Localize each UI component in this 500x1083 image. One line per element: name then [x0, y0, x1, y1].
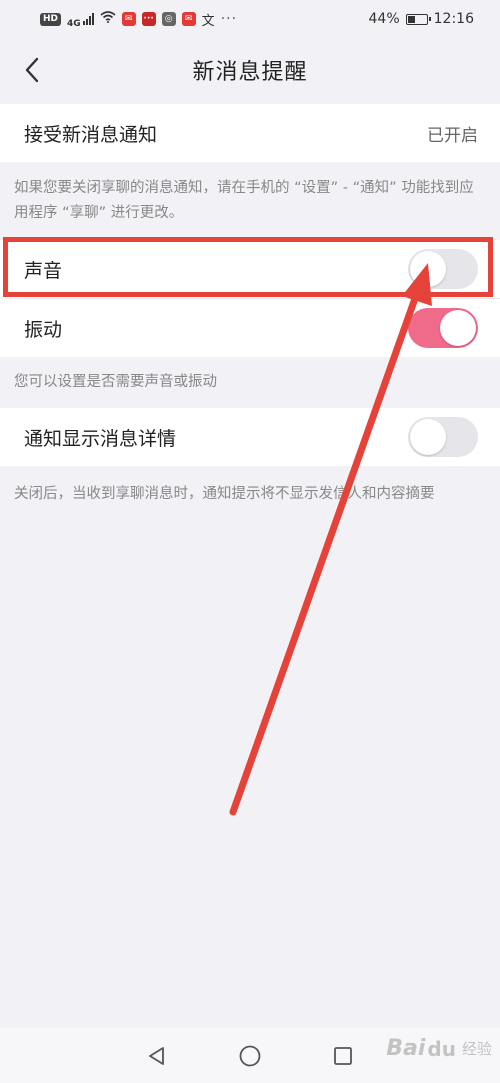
sound-vibrate-hint: 您可以设置是否需要声音或振动 — [14, 374, 217, 390]
hd-badge: HD — [40, 12, 62, 26]
notification-app-icon: ··· — [141, 12, 156, 26]
triangle-back-icon — [148, 1046, 164, 1065]
toggle-knob — [440, 310, 476, 346]
translate-icon: 文 — [201, 13, 215, 29]
nav-home-button[interactable] — [235, 1041, 265, 1071]
more-notifications-icon: ··· — [220, 11, 238, 27]
vibrate-toggle[interactable] — [408, 308, 478, 348]
battery-fill — [407, 15, 415, 23]
signal-icon — [82, 13, 94, 25]
nav-recent-button[interactable] — [328, 1041, 358, 1071]
notification-app-icon: ✉ — [181, 12, 196, 26]
receive-notifications-status: 已开启 — [427, 125, 478, 146]
screen: HD 4G ✉ ··· ◎ ✉ 文 ··· 44% 12:16 新消息提醒 接受… — [0, 0, 500, 1083]
show-details-label: 通知显示消息详情 — [24, 427, 177, 450]
watermark-brand: Bai — [386, 1036, 426, 1061]
watermark-tail: 经验 — [461, 1040, 492, 1058]
nav-back-button[interactable] — [142, 1041, 172, 1071]
receive-notifications-label: 接受新消息通知 — [24, 123, 158, 146]
battery-percent: 44% — [368, 11, 400, 27]
show-details-toggle[interactable] — [408, 417, 478, 457]
status-bar: HD 4G ✉ ··· ◎ ✉ 文 ··· 44% 12:16 — [0, 0, 500, 38]
notification-app-icon: ◎ — [161, 12, 176, 26]
toggle-knob — [410, 251, 446, 287]
receive-notifications-row[interactable]: 接受新消息通知 已开启 — [0, 104, 500, 162]
battery-icon — [405, 13, 431, 25]
receive-notifications-hint: 如果您要关闭享聊的消息通知，请在手机的 “设置” - “通知” 功能找到应用程序… — [14, 180, 474, 221]
wifi-icon — [100, 11, 116, 27]
status-left: HD 4G ✉ ··· ◎ ✉ 文 ··· — [40, 9, 237, 29]
clock: 12:16 — [433, 11, 474, 27]
circle-home-icon — [239, 1045, 261, 1066]
chevron-left-icon — [25, 57, 39, 83]
paw-icon: du — [427, 1036, 456, 1061]
notification-app-icon: ✉ — [121, 12, 136, 26]
network-type: 4G — [67, 19, 81, 29]
app-header: 新消息提醒 — [0, 38, 500, 102]
show-details-row: 通知显示消息详情 — [0, 408, 500, 466]
status-right: 44% 12:16 — [369, 11, 474, 27]
toggle-knob — [410, 419, 446, 455]
vibrate-label: 振动 — [24, 318, 63, 341]
square-recent-icon — [334, 1046, 353, 1065]
watermark-logo: Bai du 经验 — [386, 1036, 492, 1061]
page-title: 新消息提醒 — [192, 60, 308, 85]
sound-row: 声音 — [0, 240, 500, 298]
vibrate-row: 振动 — [0, 299, 500, 357]
back-button[interactable] — [14, 52, 50, 88]
annotation-arrow-icon — [229, 263, 432, 816]
sound-label: 声音 — [24, 259, 63, 282]
sound-toggle[interactable] — [408, 249, 478, 289]
show-details-hint: 关闭后，当收到享聊消息时，通知提示将不显示发信人和内容摘要 — [14, 486, 435, 502]
